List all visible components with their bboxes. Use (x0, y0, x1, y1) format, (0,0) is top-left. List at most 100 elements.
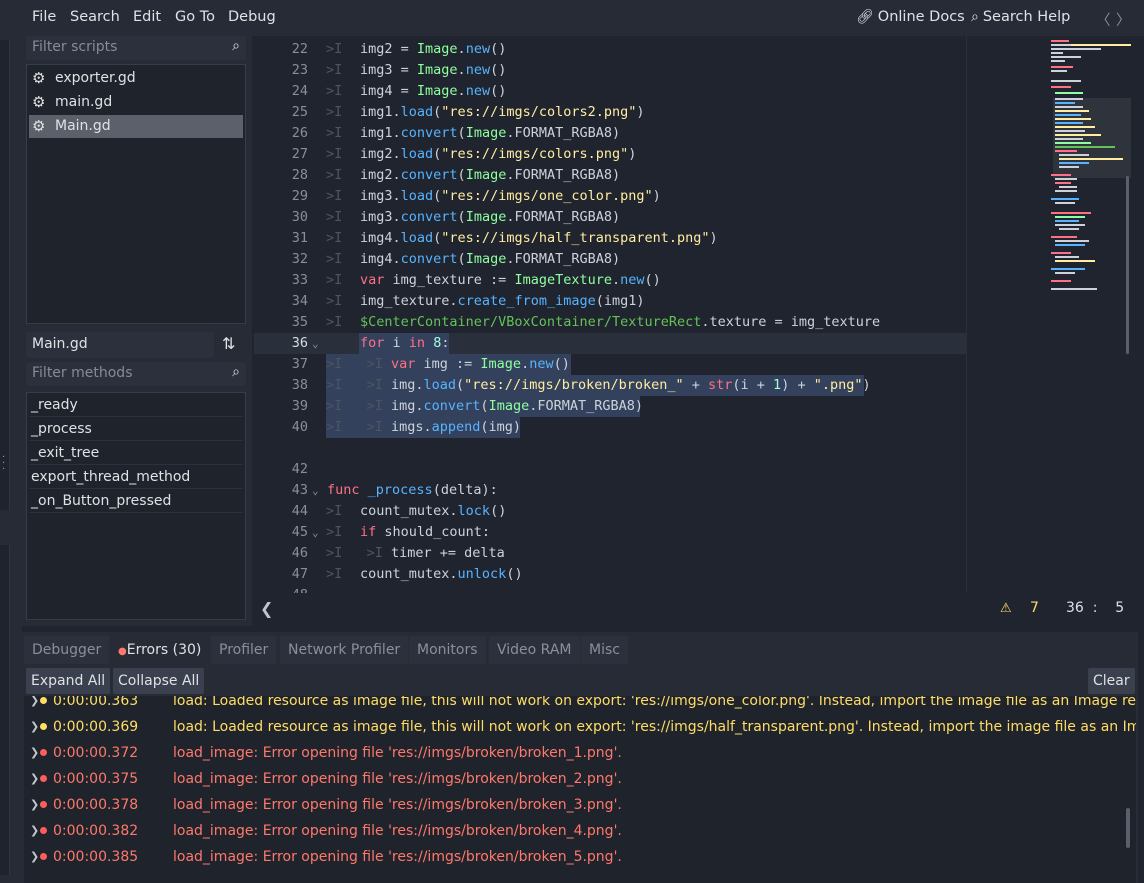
error-time: 0:00:00.375 (53, 771, 139, 787)
expand-all-button[interactable]: Expand All (26, 668, 111, 694)
tab-profiler[interactable]: Profiler (211, 636, 277, 664)
script-item-label: Main.gd (55, 118, 111, 134)
code-line: 34 >I img_texture.create_from_image(img1) (291, 293, 645, 309)
search-help-icon: ⌕ (971, 9, 979, 25)
code-line: 38 >I >I img.load("res://imgs/broken/broke… (291, 377, 871, 393)
expand-arrow-icon[interactable]: ❯ (30, 766, 39, 792)
error-row[interactable]: ❯ 0:00:00.382 load_image: Error opening … (24, 818, 1124, 844)
script-item-exporter[interactable]: ⚙ exporter.gd (29, 67, 243, 90)
menu-search[interactable]: Search (70, 9, 120, 25)
code-editor[interactable]: 22 >I img2 = Image.new() 23 >I img3 = Image.… (254, 36, 1139, 626)
code-minimap[interactable] (966, 36, 1136, 593)
error-message: load_image: Error opening file 'res://im… (173, 849, 622, 865)
error-row[interactable]: ❯ 0:00:00.372 load_image: Error opening … (24, 740, 1124, 766)
gear-icon: ⚙ (32, 117, 46, 135)
error-row[interactable]: ❯ 0:00:00.369 load: Loaded resource as i… (24, 714, 1136, 740)
error-list[interactable]: ❯ 0:00:00.363 load: Loaded resource as i… (24, 696, 1136, 883)
search-icon: ⌕ (232, 38, 240, 54)
error-list-scrollbar[interactable] (1126, 808, 1130, 848)
filter-methods-input[interactable]: Filter methods ⌕ (26, 362, 246, 386)
sort-icon[interactable]: ⇅ (222, 334, 235, 353)
error-time: 0:00:00.363 (53, 696, 139, 709)
code-line: 44 >I count_mutex.lock() (291, 503, 507, 519)
code-line: 48 (254, 585, 966, 593)
online-docs-button[interactable]: 🔗︎ Online Docs (856, 9, 965, 25)
method-item[interactable]: _process (29, 418, 243, 441)
error-row[interactable]: ❯ 0:00:00.385 load_image: Error opening … (24, 844, 1124, 870)
menu-file[interactable]: File (32, 9, 56, 25)
expand-arrow-icon[interactable]: ❯ (30, 792, 39, 818)
cursor-col: 5 (1115, 600, 1125, 616)
gear-icon: ⚙ (32, 93, 46, 111)
code-line: 30 >I img3.convert(Image.FORMAT_RGBA8) (291, 209, 621, 225)
script-item-label: exporter.gd (55, 70, 136, 86)
error-row[interactable]: ❯ 0:00:00.375 load_image: Error opening … (24, 766, 1124, 792)
search-help-label: Search Help (982, 9, 1071, 25)
left-dock-edge-lower (0, 545, 10, 875)
expand-arrow-icon[interactable]: ❯ (30, 740, 39, 766)
method-list: _ready _process _exit_tree export_thread… (26, 392, 246, 620)
error-time: 0:00:00.378 (53, 797, 139, 813)
online-docs-label: Online Docs (877, 9, 965, 25)
code-line: 37 >I >I var img := Image.new() (291, 356, 570, 372)
menu-goto[interactable]: Go To (175, 9, 215, 25)
scrollbar-thumb[interactable] (1126, 176, 1129, 354)
error-time: 0:00:00.382 (53, 823, 139, 839)
fold-arrow-icon: ⌄ (312, 484, 319, 497)
error-message: load_image: Error opening file 'res://im… (173, 745, 622, 761)
history-back-icon[interactable]: 〈 (1096, 9, 1111, 30)
method-item[interactable]: _exit_tree (29, 442, 243, 465)
code-line: 23 >I img3 = Image.new() (291, 62, 507, 78)
script-menu-bar: File Search Edit Go To Debug 🔗︎ Online D… (22, 0, 1144, 36)
error-row[interactable]: ❯ 0:00:00.363 load: Loaded resource as i… (24, 696, 1136, 714)
editor-vertical-scrollbar[interactable] (1124, 36, 1132, 593)
left-dock-edge (0, 40, 10, 510)
code-line: 40 >I >I imgs.append(img) (291, 419, 522, 435)
error-dot-icon (40, 827, 47, 834)
expand-arrow-icon[interactable]: ❯ (30, 818, 39, 844)
current-script-name: Main.gd (26, 332, 214, 358)
method-item[interactable]: _on_Button_pressed (29, 490, 243, 513)
error-time: 0:00:00.372 (53, 745, 139, 761)
search-icon: ⌕ (232, 364, 240, 380)
menu-debug[interactable]: Debug (228, 9, 276, 25)
clear-button[interactable]: Clear (1088, 668, 1135, 694)
tab-errors[interactable]: ●Errors (30) (110, 636, 210, 664)
cursor-line: 36 (1066, 600, 1084, 616)
method-item[interactable]: export_thread_method (29, 466, 243, 489)
script-item-main-lower[interactable]: ⚙ main.gd (29, 91, 243, 114)
code-line: 22 >I img2 = Image.new() (291, 41, 507, 57)
warning-count[interactable]: 7 (1030, 600, 1039, 616)
collapse-all-button[interactable]: Collapse All (113, 668, 205, 694)
dock-grip-handle[interactable]: · · · (2, 453, 6, 475)
warning-icon[interactable]: ⚠ (1000, 601, 1012, 616)
editor-status-bar: ❮ ⚠ 7 36 : 5 (254, 593, 1139, 626)
error-warning-icon: ● (118, 646, 127, 657)
cursor-position: 36 : 5 (1066, 600, 1125, 616)
tab-debugger[interactable]: Debugger (24, 636, 110, 664)
search-help-button[interactable]: ⌕ Search Help (971, 9, 1070, 25)
tab-video-ram[interactable]: Video RAM (489, 636, 580, 664)
error-row[interactable]: ❯ 0:00:00.378 load_image: Error opening … (24, 792, 1124, 818)
expand-arrow-icon[interactable]: ❯ (30, 714, 39, 740)
code-line: 43 ⌄ func _process(delta): (254, 480, 966, 501)
method-item[interactable]: _ready (29, 394, 243, 417)
tab-misc[interactable]: Misc (581, 636, 628, 664)
tab-monitors[interactable]: Monitors (409, 636, 486, 664)
tab-errors-label: Errors (30) (126, 642, 202, 658)
menu-edit[interactable]: Edit (133, 9, 161, 25)
toggle-scripts-panel-icon[interactable]: ❮ (260, 599, 273, 618)
code-text-area[interactable]: 22 >I img2 = Image.new() 23 >I img3 = Image.… (254, 36, 966, 593)
expand-arrow-icon[interactable]: ❯ (30, 844, 39, 870)
error-message: load_image: Error opening file 'res://im… (173, 797, 622, 813)
tab-network-profiler[interactable]: Network Profiler (280, 636, 409, 664)
link-icon: 🔗︎ (856, 9, 874, 25)
error-message: load: Loaded resource as image file, thi… (173, 696, 1136, 709)
code-line: 24 >I img4 = Image.new() (291, 83, 507, 99)
expand-arrow-icon[interactable]: ❯ (30, 696, 39, 714)
code-line: 45 ⌄ >I if should_count: (254, 522, 966, 543)
history-forward-icon[interactable]: 〉 (1116, 9, 1131, 30)
script-item-main-upper[interactable]: ⚙ Main.gd (29, 115, 243, 138)
filter-scripts-placeholder: Filter scripts (32, 39, 118, 55)
filter-scripts-input[interactable]: Filter scripts ⌕ (26, 36, 246, 60)
